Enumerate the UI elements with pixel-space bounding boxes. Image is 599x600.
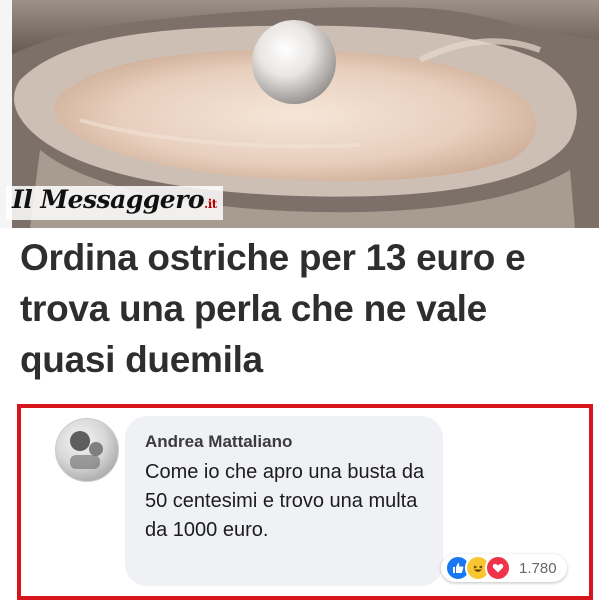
love-icon — [485, 555, 511, 581]
brand-logo: Il Messaggero.it — [6, 186, 223, 220]
reaction-count: 1.780 — [519, 559, 557, 577]
brand-name: Il Messaggero — [12, 185, 205, 214]
highlighted-comment: Andrea Mattaliano Come io che apro una b… — [17, 404, 593, 600]
avatar[interactable] — [55, 418, 119, 482]
oyster-pearl-photo: Il Messaggero.it — [0, 0, 599, 228]
comment-text: Come io che apro una busta da 50 centesi… — [145, 461, 425, 541]
brand-tld: .it — [204, 197, 217, 211]
avatar-image — [70, 431, 103, 469]
reactions-summary[interactable]: 1.780 — [441, 554, 567, 582]
comment-author[interactable]: Andrea Mattaliano — [145, 432, 292, 452]
pearl-shape — [252, 20, 336, 104]
article-headline[interactable]: Ordina ostriche per 13 euro e trova una … — [20, 232, 590, 385]
comment-bubble: Andrea Mattaliano Come io che apro una b… — [125, 416, 443, 586]
